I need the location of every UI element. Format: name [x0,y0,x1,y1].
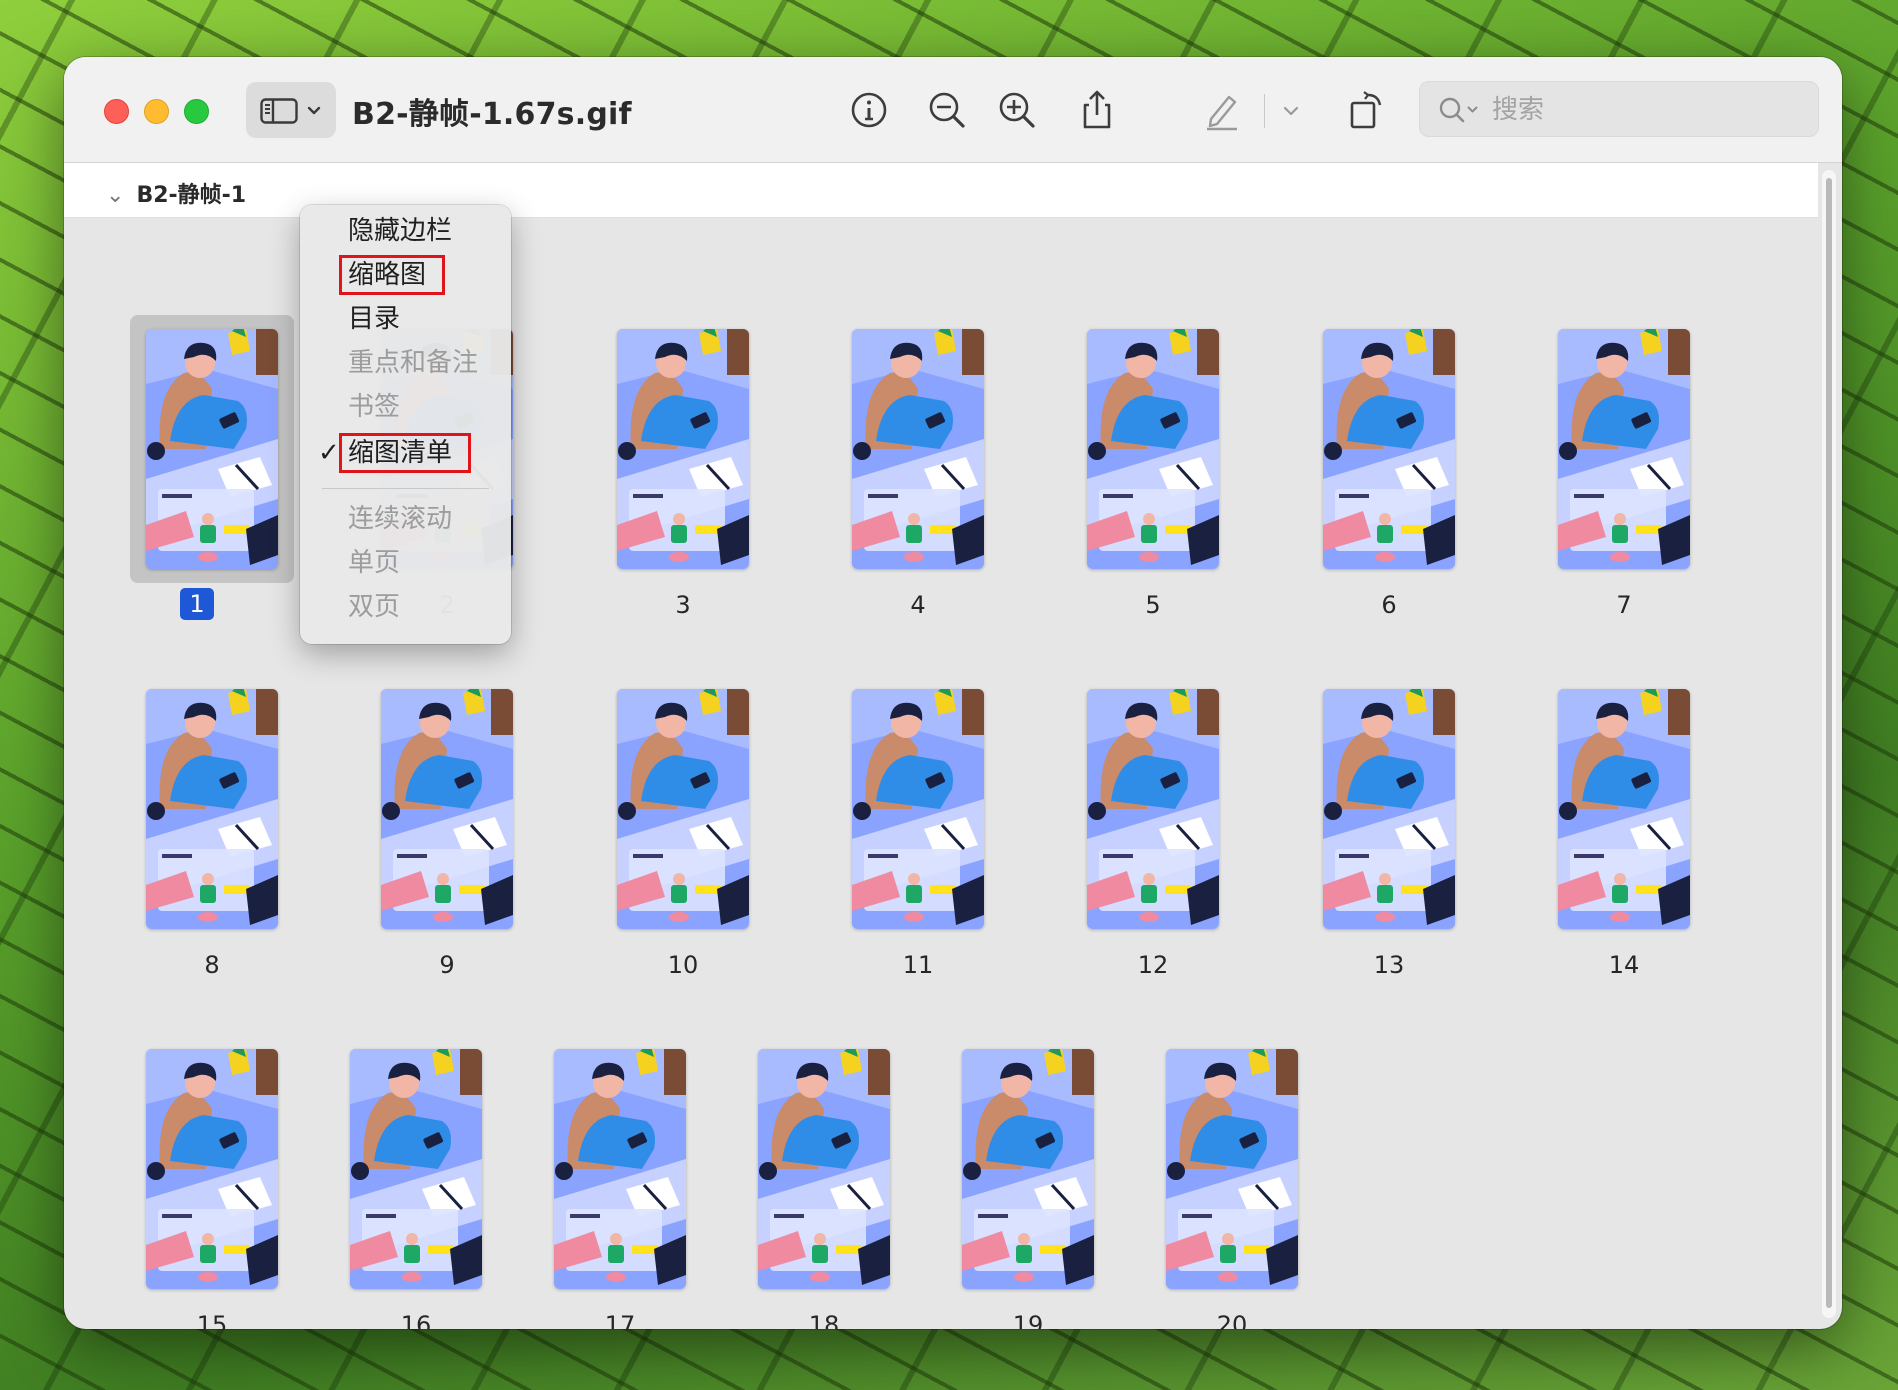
markup-menu-button[interactable] [1276,87,1306,133]
page-thumbnail-image[interactable] [617,329,749,569]
page-number: 11 [902,951,934,979]
menu-item: 双页 [300,587,511,627]
titlebar: B2-静帧-1.67s.gif [64,57,1842,163]
info-icon [851,92,887,128]
page-number: 7 [1616,591,1632,619]
page-number: 5 [1145,591,1161,619]
page-number: 13 [1373,951,1405,979]
menu-item-label: 书签 [348,392,401,422]
share-button[interactable] [1074,87,1120,133]
page-thumbnail-image[interactable] [146,689,278,929]
share-icon [1083,90,1111,129]
vertical-scrollbar[interactable] [1822,170,1836,1318]
search-input[interactable] [1492,90,1802,130]
rotate-button[interactable] [1344,87,1390,133]
breadcrumb[interactable]: ⌄ B2-静帧-1 [106,177,246,209]
page-number: 3 [675,591,691,619]
checkmark-icon: ✓ [318,438,340,468]
zoom-out-icon [929,92,965,128]
page-number: 18 [808,1311,840,1329]
markup-button[interactable] [1199,87,1245,133]
menu-item: 连续滚动 [300,499,511,539]
page-number: 10 [667,951,699,979]
info-button[interactable] [846,87,892,133]
page-thumbnail-image[interactable] [1558,689,1690,929]
page-number: 4 [910,591,926,619]
page-thumbnail-image[interactable] [852,689,984,929]
page-thumbnail-image[interactable] [1166,1049,1298,1289]
page-number: 14 [1608,951,1640,979]
sidebar-view-button[interactable] [246,82,336,138]
document-title: B2-静帧-1.67s.gif [352,97,632,132]
page-thumbnail-image[interactable] [1087,329,1219,569]
page-thumbnail-image[interactable] [1323,329,1455,569]
page-number: 19 [1012,1311,1044,1329]
page-number: 9 [439,951,455,979]
menu-item: 书签 [300,387,511,427]
preview-window: B2-静帧-1.67s.gif 搜索 ⌄ B2-静帧-1 1 3 4 5 6 7… [64,57,1842,1329]
scrollbar-thumb[interactable] [1826,178,1832,1308]
chevron-down-icon [1283,106,1299,116]
page-thumbnail-image[interactable] [758,1049,890,1289]
chevron-down-icon [307,106,321,115]
menu-item-label: 重点和备注 [348,348,479,378]
page-thumbnail-image[interactable] [1087,689,1219,929]
page-number: 17 [604,1311,636,1329]
page-number: 8 [204,951,220,979]
page-number-badge: 1 [180,588,214,620]
page-thumbnail-image[interactable] [617,689,749,929]
page-thumbnail-image[interactable] [962,1049,1094,1289]
menu-item-label: 单页 [348,548,401,578]
page-number: 6 [1381,591,1397,619]
zoom-window-button[interactable] [184,99,209,124]
sidebar-icon [260,98,298,124]
menu-item[interactable]: 隐藏边栏 [300,211,511,251]
menu-item[interactable]: 缩略图 [300,255,511,295]
zoom-in-button[interactable] [994,87,1040,133]
menu-item: 重点和备注 [300,343,511,383]
page-thumbnail-image[interactable] [852,329,984,569]
page-number: 15 [196,1311,228,1329]
page-thumbnail-image[interactable] [1558,329,1690,569]
minimize-window-button[interactable] [144,99,169,124]
toolbar-separator [1264,94,1265,128]
menu-item: 单页 [300,543,511,583]
close-window-button[interactable] [104,99,129,124]
page-number: 16 [400,1311,432,1329]
markup-pen-icon [1207,95,1237,131]
page-number: 20 [1216,1311,1248,1329]
menu-item-label: 双页 [348,592,401,622]
page-thumbnail-image[interactable] [381,689,513,929]
sidebar-view-menu: 隐藏边栏缩略图目录重点和备注书签 ✓ 缩图清单连续滚动单页双页 [300,205,511,644]
rotate-icon [1350,91,1382,129]
zoom-in-icon [999,92,1035,128]
page-thumbnail-image[interactable] [350,1049,482,1289]
menu-item[interactable]: ✓ 缩图清单 [300,433,511,473]
breadcrumb-label: B2-静帧-1 [136,183,247,208]
menu-item-label: 目录 [348,304,401,334]
menu-item[interactable]: 目录 [300,299,511,339]
menu-item-label: 缩略图 [338,255,446,295]
disclosure-chevron-icon[interactable]: ⌄ [106,183,124,208]
menu-item-label: 连续滚动 [348,504,453,534]
page-number: 12 [1137,951,1169,979]
menu-item-label: 缩图清单 [338,433,472,473]
page-thumbnail-image[interactable] [146,1049,278,1289]
page-thumbnail-image[interactable] [1323,689,1455,929]
zoom-out-button[interactable] [924,87,970,133]
page-thumbnail-image[interactable] [554,1049,686,1289]
search-icon [1439,97,1478,123]
menu-separator [322,488,489,489]
search-field[interactable] [1419,81,1819,137]
menu-item-label: 隐藏边栏 [348,216,453,246]
page-thumbnail-image[interactable] [146,329,278,569]
